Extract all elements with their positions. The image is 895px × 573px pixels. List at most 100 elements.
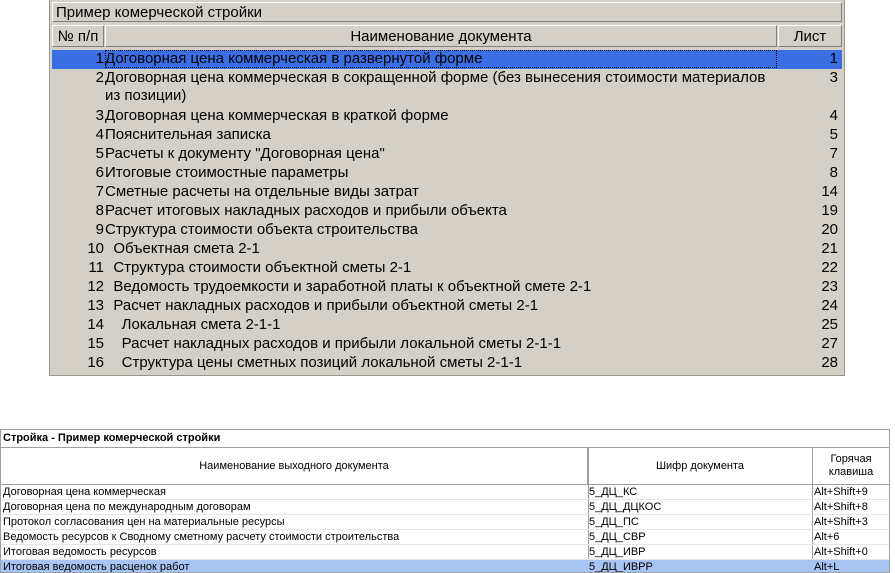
table-header: № п/п Наименование документа Лист — [52, 25, 842, 47]
row-number: 14 — [87, 316, 104, 333]
row-number: 15 — [87, 335, 104, 352]
row-number: 13 — [87, 297, 104, 314]
table-row[interactable]: 5 Расчеты к документу "Договорная цена" 7 — [52, 145, 842, 164]
table-row[interactable]: 8 Расчет итоговых накладных расходов и пр… — [52, 202, 842, 221]
document-name: Расчет накладных расходов и прибыли лока… — [105, 335, 562, 352]
document-code: 5_ДЦ_ПС — [589, 516, 639, 528]
table-row[interactable]: Итоговая ведомость расценок работ 5_ДЦ_ИВ… — [1, 560, 889, 573]
column-header-code[interactable]: Шифр документа — [588, 448, 813, 484]
sheet-number: 7 — [829, 145, 838, 162]
row-number: 7 — [95, 183, 104, 200]
document-table-body: 1 Договорная цена коммерческая в разверну… — [52, 50, 842, 373]
document-name: Локальная смета 2-1-1 — [105, 316, 281, 333]
hotkey: Alt+L — [814, 561, 840, 573]
sheet-number: 25 — [821, 316, 838, 333]
table-row[interactable]: 3 Договорная цена коммерческая в краткой … — [52, 107, 842, 126]
document-name: Объектная смета 2-1 — [105, 240, 260, 257]
document-name: Сметные расчеты на отдельные виды затрат — [105, 183, 419, 200]
sheet-number: 27 — [821, 335, 838, 352]
hotkey: Alt+Shift+9 — [814, 486, 868, 498]
document-name: Расчеты к документу "Договорная цена" — [105, 145, 385, 162]
hotkey: Alt+Shift+8 — [814, 501, 868, 513]
panel-title: Пример комерческой стройки — [52, 2, 842, 22]
table-row[interactable]: 12 Ведомость трудоемкости и заработной п… — [52, 278, 842, 297]
row-number: 10 — [87, 240, 104, 257]
output-document-name: Протокол согласования цен на материальны… — [3, 516, 285, 528]
document-name: Структура цены сметных позиций локальной… — [105, 354, 523, 371]
sheet-number: 5 — [829, 126, 838, 143]
sheet-number: 28 — [821, 354, 838, 371]
table-row[interactable]: 9 Структура стоимости объекта строительст… — [52, 221, 842, 240]
row-number: 6 — [95, 164, 104, 181]
document-name: Расчет накладных расходов и прибыли объе… — [105, 297, 539, 314]
output-documents-panel: Стройка - Пример комерческой стройки Наи… — [0, 429, 890, 573]
table-row[interactable]: 15 Расчет накладных расходов и прибыли л… — [52, 335, 842, 354]
table-row[interactable]: 10 Объектная смета 2-1 21 — [52, 240, 842, 259]
document-code: 5_ДЦ_ДЦКОС — [589, 501, 662, 513]
document-name: Договорная цена коммерческая в развернут… — [105, 50, 777, 68]
column-header-output-name[interactable]: Наименование выходного документа — [1, 448, 588, 484]
row-number: 9 — [95, 221, 104, 238]
row-number: 5 — [95, 145, 104, 162]
panel-title: Стройка - Пример комерческой стройки — [1, 430, 889, 448]
sheet-number: 22 — [821, 259, 838, 276]
sheet-number: 24 — [821, 297, 838, 314]
sheet-number: 21 — [821, 240, 838, 257]
sheet-number: 14 — [821, 183, 838, 200]
sheet-number: 4 — [829, 107, 838, 124]
column-header-name[interactable]: Наименование документа — [105, 25, 777, 47]
output-document-name: Ведомость ресурсов к Сводному сметному р… — [3, 531, 400, 543]
table-row[interactable]: Протокол согласования цен на материальны… — [1, 515, 889, 530]
output-document-name: Итоговая ведомость расценок работ — [3, 561, 190, 573]
document-name: Структура стоимости объектной сметы 2-1 — [105, 259, 412, 276]
table-row[interactable]: 4 Пояснительная записка 5 — [52, 126, 842, 145]
row-number: 2 — [95, 69, 104, 86]
table-row[interactable]: Договорная цена по международным договор… — [1, 500, 889, 515]
document-name: Ведомость трудоемкости и заработной плат… — [105, 278, 592, 295]
table-header: Наименование выходного документа Шифр до… — [1, 448, 889, 485]
document-code: 5_ДЦ_СВР — [589, 531, 646, 543]
table-row[interactable]: 11 Структура стоимости объектной сметы 2… — [52, 259, 842, 278]
table-row[interactable]: Итоговая ведомость ресурсов 5_ДЦ_ИВР Alt+S… — [1, 545, 889, 560]
column-header-sheet[interactable]: Лист — [778, 25, 842, 47]
document-name: Договорная цена коммерческая в сокращенн… — [105, 69, 770, 104]
row-number: 16 — [87, 354, 104, 371]
document-name: Структура стоимости объекта строительств… — [105, 221, 418, 238]
table-row[interactable]: 16 Структура цены сметных позиций локаль… — [52, 354, 842, 373]
document-name: Договорная цена коммерческая в краткой ф… — [105, 107, 449, 124]
row-number: 12 — [87, 278, 104, 295]
document-code: 5_ДЦ_КС — [589, 486, 638, 498]
table-row[interactable]: Договорная цена коммерческая 5_ДЦ_КС Alt+S… — [1, 485, 889, 500]
row-number: 3 — [95, 107, 104, 124]
output-document-name: Договорная цена коммерческая — [3, 486, 166, 498]
output-table-body: Договорная цена коммерческая 5_ДЦ_КС Alt+S… — [1, 485, 889, 573]
table-row[interactable]: Ведомость ресурсов к Сводному сметному р… — [1, 530, 889, 545]
document-name: Пояснительная записка — [105, 126, 271, 143]
sheet-number: 23 — [821, 278, 838, 295]
hotkey: Alt+6 — [814, 531, 840, 543]
hotkey: Alt+Shift+0 — [814, 546, 868, 558]
sheet-number: 20 — [821, 221, 838, 238]
output-document-name: Договорная цена по международным договор… — [3, 501, 251, 513]
table-row[interactable]: 7 Сметные расчеты на отдельные виды затра… — [52, 183, 842, 202]
table-row[interactable]: 1 Договорная цена коммерческая в разверну… — [52, 50, 842, 69]
table-row[interactable]: 13 Расчет накладных расходов и прибыли о… — [52, 297, 842, 316]
document-name: Расчет итоговых накладных расходов и при… — [105, 202, 507, 219]
sheet-number: 19 — [821, 202, 838, 219]
row-number: 1 — [95, 50, 104, 67]
document-code: 5_ДЦ_ИВРР — [589, 561, 653, 573]
row-number: 11 — [88, 259, 104, 276]
row-number: 4 — [95, 126, 104, 143]
column-header-num[interactable]: № п/п — [52, 25, 104, 47]
row-number: 8 — [95, 202, 104, 219]
table-row[interactable]: 2 Договорная цена коммерческая в сокращен… — [52, 69, 842, 107]
column-header-hotkey[interactable]: Горячая клавиша — [813, 448, 889, 484]
table-row[interactable]: 14 Локальная смета 2-1-1 25 — [52, 316, 842, 335]
table-row[interactable]: 6 Итоговые стоимостные параметры 8 — [52, 164, 842, 183]
hotkey: Alt+Shift+3 — [814, 516, 868, 528]
output-document-name: Итоговая ведомость ресурсов — [3, 546, 157, 558]
sheet-number: 3 — [829, 69, 838, 86]
document-name: Итоговые стоимостные параметры — [105, 164, 349, 181]
sheet-number: 1 — [829, 50, 838, 67]
document-code: 5_ДЦ_ИВР — [589, 546, 646, 558]
